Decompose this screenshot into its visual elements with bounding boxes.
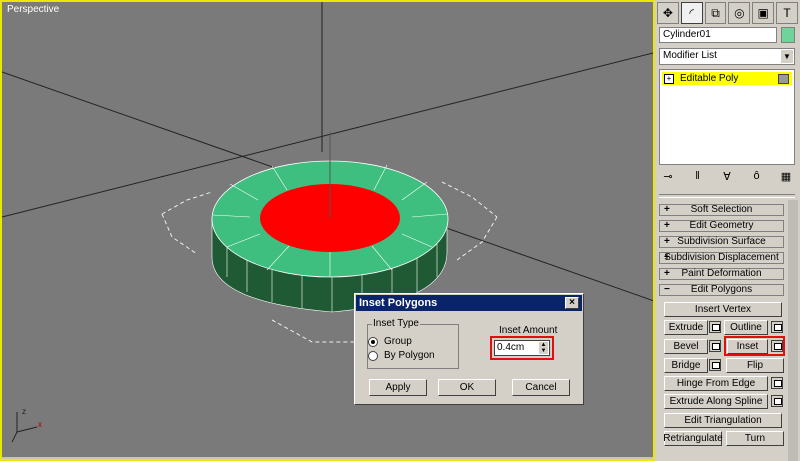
extrude-button[interactable]: Extrude [664,320,708,335]
create-tab-icon[interactable]: ✥ [657,2,679,24]
panel-scrollbar[interactable] [788,200,798,461]
hinge-from-edge-button[interactable]: Hinge From Edge [664,376,768,391]
dialog-title[interactable]: Inset Polygons × [356,295,582,311]
inset-amount-label: Inset Amount [499,325,558,336]
inset-polygons-dialog: Inset Polygons × Inset Type Group By Pol… [354,293,584,405]
axis-tripod [11,412,38,443]
rollout-label: Subdivision Displacement [664,252,779,263]
dialog-title-text: Inset Polygons [359,297,438,309]
stack-tools: ⊸ ǁ ∀ ô ▦ [659,170,795,188]
stack-item-editable-poly[interactable]: + Editable Poly [662,72,792,85]
rollout-soft-selection[interactable]: + Soft Selection [659,204,784,216]
extrude-along-spline-button[interactable]: Extrude Along Spline [664,394,768,409]
rollout-label: Paint Deformation [681,268,762,279]
flip-button[interactable]: Flip [726,358,784,373]
hierarchy-tab-icon[interactable]: ⧉ [704,2,727,24]
utilities-tab-icon[interactable]: T [776,2,798,24]
group-radio-row[interactable]: Group [368,336,412,347]
configure-sets-icon[interactable]: ▦ [777,170,795,188]
chevron-down-icon[interactable]: ▼ [781,50,793,63]
by-polygon-radio-row[interactable]: By Polygon [368,350,435,361]
hinge-settings-icon[interactable] [771,377,783,389]
bridge-settings-icon[interactable] [709,359,721,371]
inset-type-label: Inset Type [372,318,420,329]
object-color-swatch[interactable] [781,27,795,43]
rollout-subdivision-surface[interactable]: + Subdivision Surface [659,236,784,248]
cancel-button[interactable]: Cancel [512,379,570,396]
by-polygon-radio-label: By Polygon [384,350,435,361]
command-tabs: ✥ ◜ ⧉ ◎ ▣ T [657,2,798,24]
rollout-label: Soft Selection [690,204,753,215]
panel-divider [659,194,795,198]
stack-item-toggle-icon[interactable] [778,74,789,84]
modify-tab-icon[interactable]: ◜ [680,2,703,24]
display-tab-icon[interactable]: ▣ [752,2,775,24]
object-name-input[interactable]: Cylinder01 [659,27,777,43]
outline-settings-icon[interactable] [771,321,783,333]
timeline-strip [2,457,653,459]
svg-text:x: x [38,420,42,429]
extrude-along-spline-settings-icon[interactable] [771,395,783,407]
modifier-list-label: Modifier List [663,50,717,61]
rollout-edit-polygons[interactable]: − Edit Polygons [659,284,784,296]
rollout-edit-geometry[interactable]: + Edit Geometry [659,220,784,232]
svg-text:z: z [22,407,26,416]
group-radio[interactable] [368,336,378,347]
retriangulate-button[interactable]: Retriangulate [663,431,723,446]
bridge-button[interactable]: Bridge [664,358,708,373]
pin-stack-icon[interactable]: ⊸ [659,170,677,188]
group-radio-label: Group [384,336,412,347]
rollout-subdivision-displacement[interactable]: + Subdivision Displacement [659,252,784,264]
make-unique-icon[interactable]: ∀ [718,170,736,188]
rollout-label: Subdivision Surface [677,236,766,247]
inset-amount-highlight [490,336,554,360]
apply-button[interactable]: Apply [369,379,427,396]
stack-item-label: Editable Poly [680,73,739,84]
modifier-list-dropdown[interactable]: Modifier List ▼ [659,48,795,65]
edit-triangulation-button[interactable]: Edit Triangulation [664,413,782,428]
turn-button[interactable]: Turn [726,431,784,446]
rollout-paint-deformation[interactable]: + Paint Deformation [659,268,784,280]
close-icon[interactable]: × [565,297,579,309]
by-polygon-radio[interactable] [368,350,378,361]
bevel-settings-icon[interactable] [709,340,721,352]
bevel-button[interactable]: Bevel [664,339,708,354]
outline-button[interactable]: Outline [724,320,768,335]
rollout-label: Edit Polygons [690,284,753,295]
expand-icon[interactable]: + [664,74,674,84]
ok-button[interactable]: OK [438,379,496,396]
rollout-label: Edit Geometry [689,220,754,231]
inset-highlight [724,336,785,356]
insert-vertex-button[interactable]: Insert Vertex [664,302,782,317]
modifier-stack: + Editable Poly [659,69,795,165]
remove-modifier-icon[interactable]: ô [748,170,766,188]
motion-tab-icon[interactable]: ◎ [728,2,751,24]
extrude-settings-icon[interactable] [709,321,721,333]
show-end-result-icon[interactable]: ǁ [689,170,707,188]
